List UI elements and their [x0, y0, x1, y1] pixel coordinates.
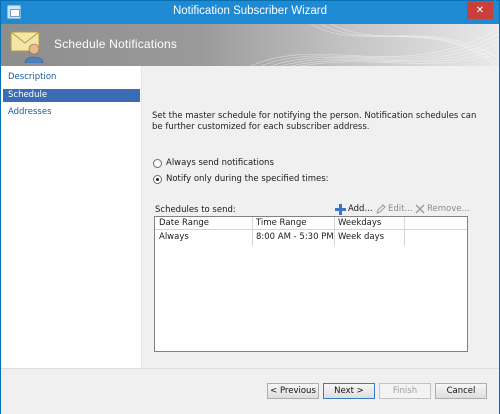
notify-specified-times-option[interactable]: Notify only during the specified times: [153, 173, 329, 185]
schedules-label: Schedules to send: [155, 205, 236, 215]
edit-button[interactable]: Edit... [376, 203, 413, 215]
cell-date-range: Always [159, 232, 189, 242]
edit-label: Edit... [388, 204, 413, 214]
nav-item-addresses[interactable]: Addresses [3, 106, 140, 119]
title-bar: Notification Subscriber Wizard ✕ [1, 1, 499, 24]
option-label: Notify only during the specified times: [166, 174, 329, 184]
option-label: Always send notifications [166, 158, 274, 168]
add-label: Add... [348, 204, 373, 214]
nav-item-schedule[interactable]: Schedule [3, 89, 140, 102]
table-header: Date Range Time Range Weekdays [155, 217, 467, 230]
table-row[interactable]: Always 8:00 AM - 5:30 PM Week days [155, 230, 467, 244]
wizard-footer: < Previous Next > Finish Cancel [1, 368, 499, 414]
remove-x-icon [415, 204, 425, 214]
remove-label: Remove... [427, 204, 470, 214]
pencil-icon [376, 204, 386, 214]
banner-title: Schedule Notifications [54, 37, 178, 51]
wizard-window: Notification Subscriber Wizard ✕ Schedul… [0, 0, 500, 414]
previous-button[interactable]: < Previous [267, 383, 319, 399]
header-banner: Schedule Notifications [1, 24, 499, 66]
wizard-body: Description Schedule Addresses Set the m… [1, 66, 499, 368]
always-send-option[interactable]: Always send notifications [153, 157, 274, 169]
add-button[interactable]: Add... [335, 203, 373, 215]
finish-button[interactable]: Finish [379, 383, 431, 399]
column-header-weekdays[interactable]: Weekdays [334, 217, 404, 230]
content-panel: Set the master schedule for notifying th… [142, 66, 499, 368]
cell-weekdays: Week days [338, 232, 385, 242]
column-header-date-range[interactable]: Date Range [155, 217, 252, 230]
description-text: Set the master schedule for notifying th… [152, 111, 477, 132]
plus-icon [335, 203, 346, 215]
schedules-table[interactable]: Date Range Time Range Weekdays Always 8:… [154, 216, 468, 352]
nav-item-description[interactable]: Description [3, 71, 140, 84]
column-header-time-range[interactable]: Time Range [252, 217, 334, 230]
cell-time-range: 8:00 AM - 5:30 PM [256, 232, 334, 242]
envelope-person-icon [10, 31, 44, 63]
cancel-button[interactable]: Cancel [435, 383, 487, 399]
radio-button[interactable] [153, 158, 162, 168]
remove-button[interactable]: Remove... [415, 203, 470, 215]
wizard-nav: Description Schedule Addresses [1, 66, 142, 368]
window-title: Notification Subscriber Wizard [172, 5, 328, 17]
radio-button-selected[interactable] [153, 174, 162, 184]
close-button[interactable]: ✕ [467, 2, 493, 19]
next-button[interactable]: Next > [323, 383, 375, 399]
